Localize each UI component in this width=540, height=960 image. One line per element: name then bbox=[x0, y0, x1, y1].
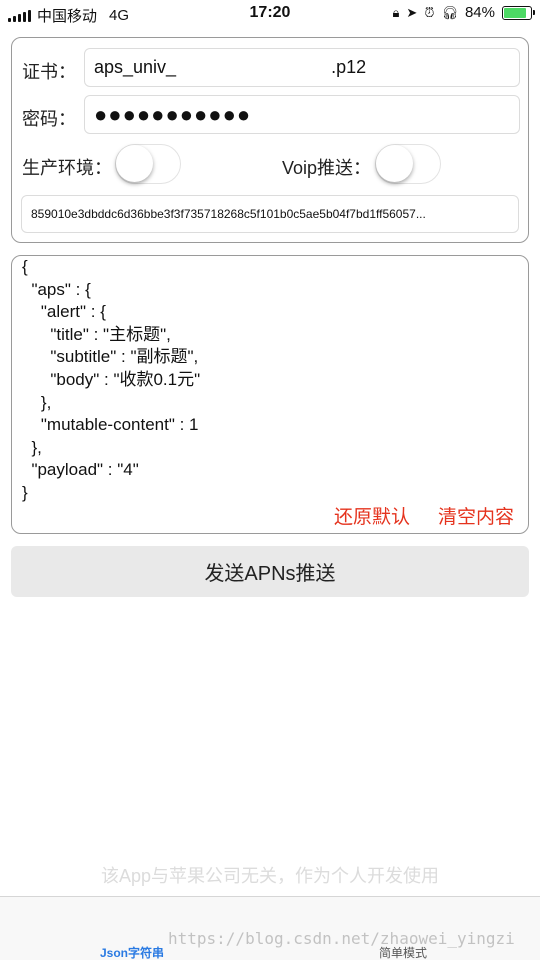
toggle-knob bbox=[376, 145, 413, 182]
tab-bar: Json字符串 简单模式 bbox=[0, 896, 540, 960]
production-env-label: 生产环境： bbox=[22, 158, 112, 178]
payload-actions: 还原默认 清空内容 bbox=[334, 502, 514, 529]
device-token-field[interactable]: 859010e3dbddc6d36bbe3f3f735718268c5f101b… bbox=[21, 195, 519, 233]
restore-default-button[interactable]: 还原默认 bbox=[334, 502, 410, 529]
password-field[interactable]: ●●●●●●●●●●● bbox=[84, 95, 520, 134]
send-apns-button[interactable]: 发送APNs推送 bbox=[11, 546, 529, 597]
tab-json-string[interactable]: Json字符串 bbox=[100, 944, 164, 960]
location-icon: ➤ bbox=[406, 4, 418, 20]
payload-editor[interactable]: { "aps" : { "alert" : { "title" : "主标题",… bbox=[11, 255, 529, 534]
battery-percent: 84% bbox=[464, 4, 495, 21]
alarm-icon: ⏰︎ bbox=[424, 4, 435, 20]
watermark: https://blog.csdn.net/zhaowei_yingzi bbox=[168, 929, 515, 948]
orientation-lock-icon: 🔒︎ bbox=[392, 4, 400, 20]
payload-json-text[interactable]: { "aps" : { "alert" : { "title" : "主标题",… bbox=[22, 256, 200, 505]
toggle-knob bbox=[116, 145, 153, 182]
voip-label: Voip推送： bbox=[282, 158, 372, 178]
password-label: 密码： bbox=[22, 109, 76, 129]
status-bar-right: 🔒︎ ➤ ⏰︎ 🎧︎ 84% bbox=[392, 4, 535, 21]
cert-label: 证书： bbox=[22, 62, 76, 82]
production-env-toggle[interactable] bbox=[115, 144, 181, 184]
cert-field[interactable]: aps_univ_ .p12 bbox=[84, 48, 520, 87]
headphones-icon: 🎧︎ bbox=[441, 4, 458, 20]
voip-toggle[interactable] bbox=[375, 144, 441, 184]
status-bar: 中国移动 4G 17:20 🔒︎ ➤ ⏰︎ 🎧︎ 84% bbox=[0, 0, 540, 28]
battery-icon bbox=[502, 5, 535, 20]
clear-content-button[interactable]: 清空内容 bbox=[438, 502, 514, 529]
config-panel: 证书： aps_univ_ .p12 密码： ●●●●●●●●●●● 生产环境：… bbox=[11, 37, 529, 243]
disclaimer-text: 该App与苹果公司无关，作为个人开发使用 bbox=[100, 866, 440, 886]
